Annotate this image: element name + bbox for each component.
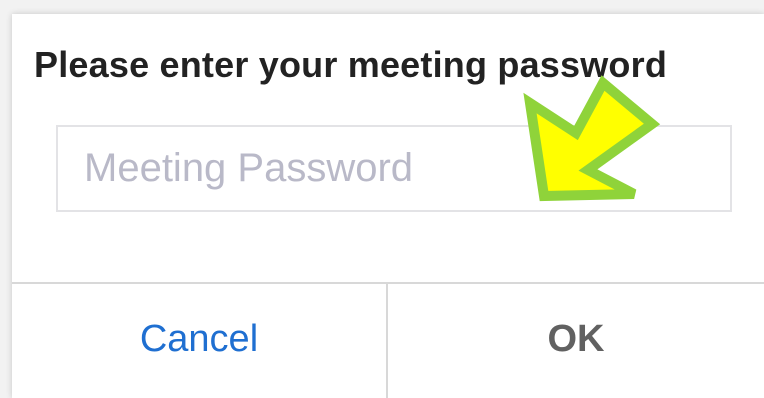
meeting-password-input[interactable] [56,125,732,212]
meeting-password-dialog: Please enter your meeting password Cance… [12,14,764,398]
dialog-title: Please enter your meeting password [34,44,668,85]
ok-button[interactable]: OK [388,284,764,398]
screen: Please enter your meeting password Cance… [0,0,764,398]
dialog-button-row: Cancel OK [12,282,764,398]
cancel-button[interactable]: Cancel [12,284,388,398]
